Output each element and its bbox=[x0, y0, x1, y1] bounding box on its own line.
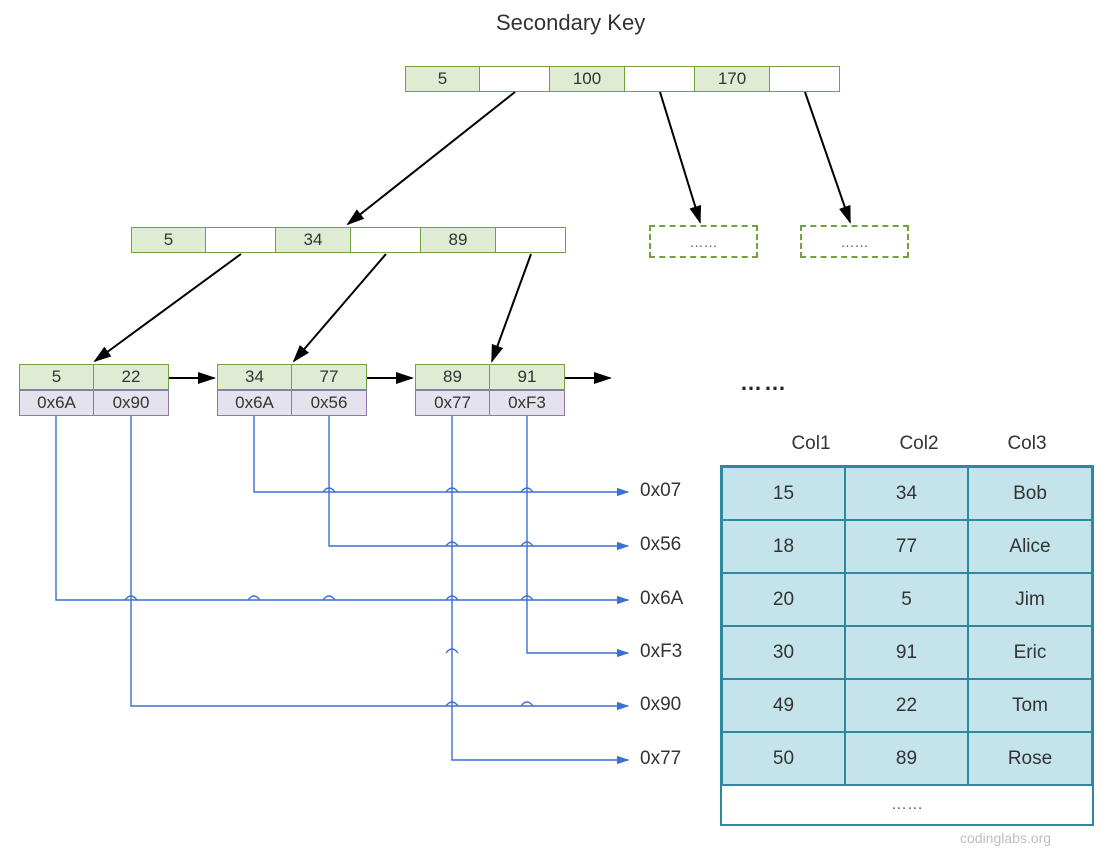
column-header: Col3 bbox=[973, 433, 1081, 455]
table-cell: 20 bbox=[722, 573, 845, 626]
leaf-address: 0x77 bbox=[415, 390, 490, 416]
table-cell: 91 bbox=[845, 626, 968, 679]
root-key: 100 bbox=[550, 66, 625, 92]
row-address: 0x6A bbox=[640, 588, 683, 610]
table-cell: Alice bbox=[968, 520, 1092, 573]
leaf-address: 0x6A bbox=[217, 390, 292, 416]
table-cell: Rose bbox=[968, 732, 1092, 785]
table-cell: Bob bbox=[968, 467, 1092, 520]
table-cell: 89 bbox=[845, 732, 968, 785]
internal-key: 34 bbox=[276, 227, 351, 253]
table-row: 20 5 Jim bbox=[722, 573, 1092, 626]
pointer-line bbox=[527, 416, 628, 653]
leaf-address: 0x6A bbox=[19, 390, 94, 416]
row-address: 0x07 bbox=[640, 480, 681, 502]
pointer-line bbox=[329, 416, 628, 546]
leaf-key: 5 bbox=[19, 364, 94, 390]
btree-leaf-node: 34 77 bbox=[217, 364, 367, 390]
table-cell: 50 bbox=[722, 732, 845, 785]
table-cell: Jim bbox=[968, 573, 1092, 626]
root-pointer bbox=[770, 66, 840, 92]
table-row: 30 91 Eric bbox=[722, 626, 1092, 679]
leaf-key: 91 bbox=[490, 364, 565, 390]
placeholder-subtree: …… bbox=[800, 225, 909, 258]
table-more-row: …… bbox=[722, 785, 1092, 824]
pointer-line bbox=[131, 416, 628, 706]
btree-leaf-addrs: 0x6A 0x56 bbox=[217, 390, 367, 416]
column-header: Col1 bbox=[757, 433, 865, 455]
row-address: 0xF3 bbox=[640, 641, 682, 663]
btree-root-node: 5 100 170 bbox=[405, 66, 840, 92]
table-cell: Tom bbox=[968, 679, 1092, 732]
column-header: Col2 bbox=[865, 433, 973, 455]
leaf-continuation: …… bbox=[740, 370, 788, 396]
leaf-key: 77 bbox=[292, 364, 367, 390]
table-cell: 18 bbox=[722, 520, 845, 573]
root-key: 170 bbox=[695, 66, 770, 92]
leaf-key: 34 bbox=[217, 364, 292, 390]
diagram-title: Secondary Key bbox=[496, 10, 645, 36]
table-cell: 30 bbox=[722, 626, 845, 679]
placeholder-subtree: …… bbox=[649, 225, 758, 258]
leaf-key: 22 bbox=[94, 364, 169, 390]
internal-pointer bbox=[496, 227, 566, 253]
watermark: codinglabs.org bbox=[960, 830, 1051, 846]
pointer-line bbox=[56, 416, 628, 600]
tree-arrow bbox=[294, 254, 386, 361]
btree-internal-node: 5 34 89 bbox=[131, 227, 566, 253]
btree-leaf-node: 89 91 bbox=[415, 364, 565, 390]
table-cell: 22 bbox=[845, 679, 968, 732]
tree-arrow bbox=[95, 254, 241, 361]
leaf-address: 0x90 bbox=[94, 390, 169, 416]
row-address: 0x90 bbox=[640, 694, 681, 716]
btree-leaf-addrs: 0x77 0xF3 bbox=[415, 390, 565, 416]
tree-arrow bbox=[660, 92, 700, 222]
table-row: 50 89 Rose bbox=[722, 732, 1092, 785]
btree-leaf-node: 5 22 bbox=[19, 364, 169, 390]
table-cell: 34 bbox=[845, 467, 968, 520]
btree-leaf-addrs: 0x6A 0x90 bbox=[19, 390, 169, 416]
tree-arrow bbox=[805, 92, 850, 222]
row-address: 0x56 bbox=[640, 534, 681, 556]
tree-arrow bbox=[348, 92, 515, 224]
root-pointer bbox=[480, 66, 550, 92]
internal-key: 89 bbox=[421, 227, 496, 253]
data-table: 15 34 Bob 18 77 Alice 20 5 Jim 30 91 Eri… bbox=[720, 465, 1094, 826]
row-address: 0x77 bbox=[640, 748, 681, 770]
table-row: 18 77 Alice bbox=[722, 520, 1092, 573]
pointer-line bbox=[452, 416, 628, 760]
table-cell: 5 bbox=[845, 573, 968, 626]
table-cell: 15 bbox=[722, 467, 845, 520]
internal-pointer bbox=[351, 227, 421, 253]
table-cell: Eric bbox=[968, 626, 1092, 679]
leaf-key: 89 bbox=[415, 364, 490, 390]
table-row: 15 34 Bob bbox=[722, 467, 1092, 520]
leaf-address: 0x56 bbox=[292, 390, 367, 416]
internal-pointer bbox=[206, 227, 276, 253]
root-pointer bbox=[625, 66, 695, 92]
leaf-address: 0xF3 bbox=[490, 390, 565, 416]
table-row: 49 22 Tom bbox=[722, 679, 1092, 732]
table-cell: 49 bbox=[722, 679, 845, 732]
table-cell: 77 bbox=[845, 520, 968, 573]
tree-arrow bbox=[492, 254, 531, 361]
pointer-line bbox=[254, 416, 628, 492]
internal-key: 5 bbox=[131, 227, 206, 253]
root-key: 5 bbox=[405, 66, 480, 92]
